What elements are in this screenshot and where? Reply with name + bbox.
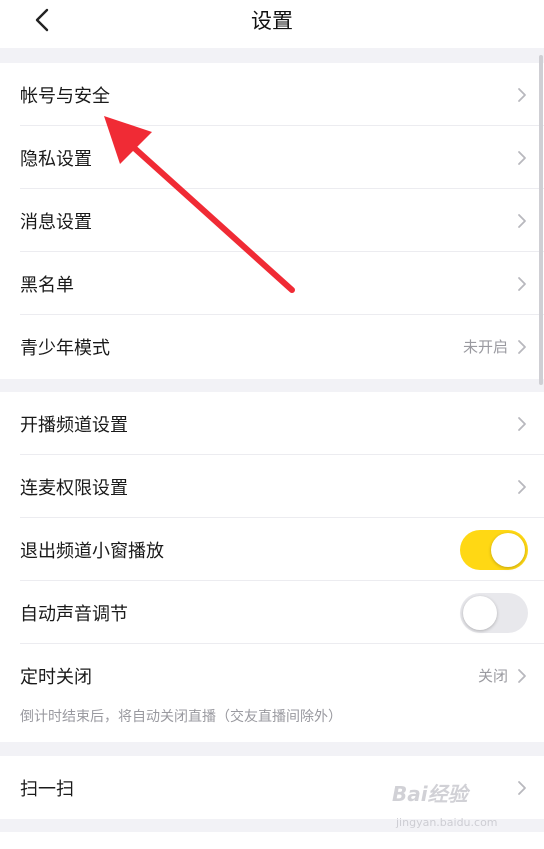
chevron-right-icon [518, 416, 526, 431]
row-label: 青少年模式 [20, 337, 110, 359]
chevron-right-icon [518, 150, 526, 165]
chevron-right-icon [518, 213, 526, 228]
chevron-right-icon [518, 276, 526, 291]
watermark-text: Bai经验 [392, 782, 468, 806]
settings-group-live: 开播频道设置 连麦权限设置 退出频道小窗播放 自动声音调节 定时关闭 关闭 [0, 392, 544, 742]
auto-volume-toggle[interactable] [460, 592, 528, 633]
settings-group-account: 帐号与安全 隐私设置 消息设置 黑名单 青少年模式 未开启 [0, 63, 544, 379]
timed-close-note: 倒计时结束后，将自动关闭直播（交友直播间除外） [20, 709, 342, 725]
row-label: 隐私设置 [20, 148, 92, 170]
row-label: 连麦权限设置 [20, 477, 128, 499]
row-mini-window-on-exit: 退出频道小窗播放 [0, 518, 544, 581]
row-privacy-settings[interactable]: 隐私设置 [0, 126, 544, 189]
row-label: 自动声音调节 [20, 603, 128, 625]
row-label: 定时关闭 [20, 666, 92, 688]
toggle-knob [491, 532, 525, 567]
row-timed-close[interactable]: 定时关闭 关闭 [0, 644, 544, 707]
row-label: 黑名单 [20, 274, 74, 296]
row-auto-volume: 自动声音调节 [0, 581, 544, 644]
chevron-right-icon [518, 479, 526, 494]
row-label: 消息设置 [20, 211, 92, 233]
page-title: 设置 [251, 9, 293, 33]
row-label: 退出频道小窗播放 [20, 540, 164, 562]
row-account-security[interactable]: 帐号与安全 [0, 63, 544, 126]
youth-mode-status: 未开启 [462, 338, 508, 356]
scrollbar[interactable] [539, 55, 543, 385]
baidu-watermark: Bai经验 jingyan.baidu.com [388, 772, 528, 836]
row-blacklist[interactable]: 黑名单 [0, 252, 544, 315]
watermark-sub: jingyan.baidu.com [396, 816, 498, 829]
chevron-right-icon [518, 87, 526, 102]
row-label: 开播频道设置 [20, 414, 128, 436]
timed-close-status: 关闭 [477, 667, 508, 685]
chevron-right-icon [518, 668, 526, 683]
chevron-right-icon [518, 339, 526, 354]
row-message-settings[interactable]: 消息设置 [0, 189, 544, 252]
toggle-knob [463, 595, 497, 630]
row-youth-mode[interactable]: 青少年模式 未开启 [0, 315, 544, 378]
header-bar: 设置 [0, 0, 544, 48]
row-label: 帐号与安全 [20, 85, 110, 107]
mini-window-toggle[interactable] [460, 529, 528, 570]
row-mic-permission-settings[interactable]: 连麦权限设置 [0, 455, 544, 518]
row-broadcast-channel-settings[interactable]: 开播频道设置 [0, 392, 544, 455]
